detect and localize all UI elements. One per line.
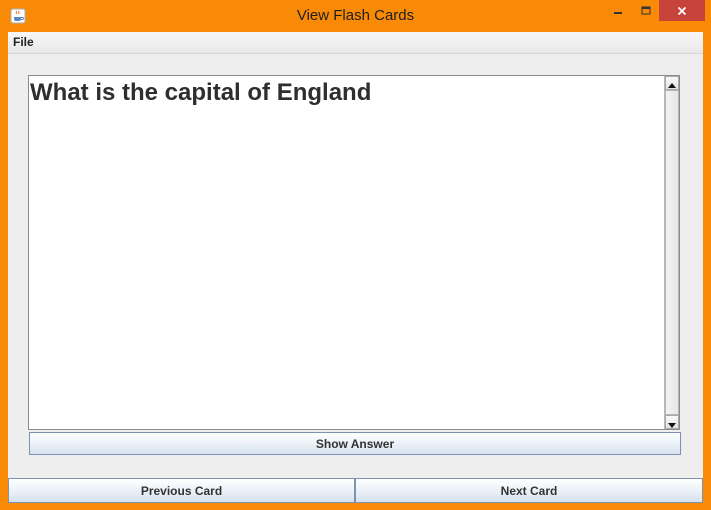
vertical-scrollbar[interactable]	[664, 76, 679, 429]
menu-file[interactable]: File	[13, 35, 34, 49]
scroll-down-button[interactable]	[665, 415, 679, 429]
flash-card-text-area[interactable]: What is the capital of England	[28, 75, 680, 430]
content-pane: File What is the capital of England Show…	[8, 32, 703, 503]
previous-card-button[interactable]: Previous Card	[8, 478, 355, 503]
show-answer-button[interactable]: Show Answer	[29, 432, 681, 455]
scroll-up-button[interactable]	[665, 76, 679, 90]
maximize-icon	[641, 1, 651, 20]
menu-bar: File	[8, 32, 703, 54]
card-question-text: What is the capital of England	[30, 79, 372, 106]
triangle-down-icon	[668, 423, 676, 428]
close-button[interactable]	[659, 0, 705, 21]
title-bar[interactable]: View Flash Cards	[0, 0, 711, 32]
minimize-icon	[613, 1, 623, 20]
application-window: View Flash Cards File What is the capita…	[0, 0, 711, 510]
scroll-thumb[interactable]	[665, 90, 679, 415]
close-icon	[677, 1, 687, 20]
minimize-button[interactable]	[604, 0, 632, 21]
maximize-button[interactable]	[632, 0, 659, 21]
next-card-button[interactable]: Next Card	[355, 478, 703, 503]
